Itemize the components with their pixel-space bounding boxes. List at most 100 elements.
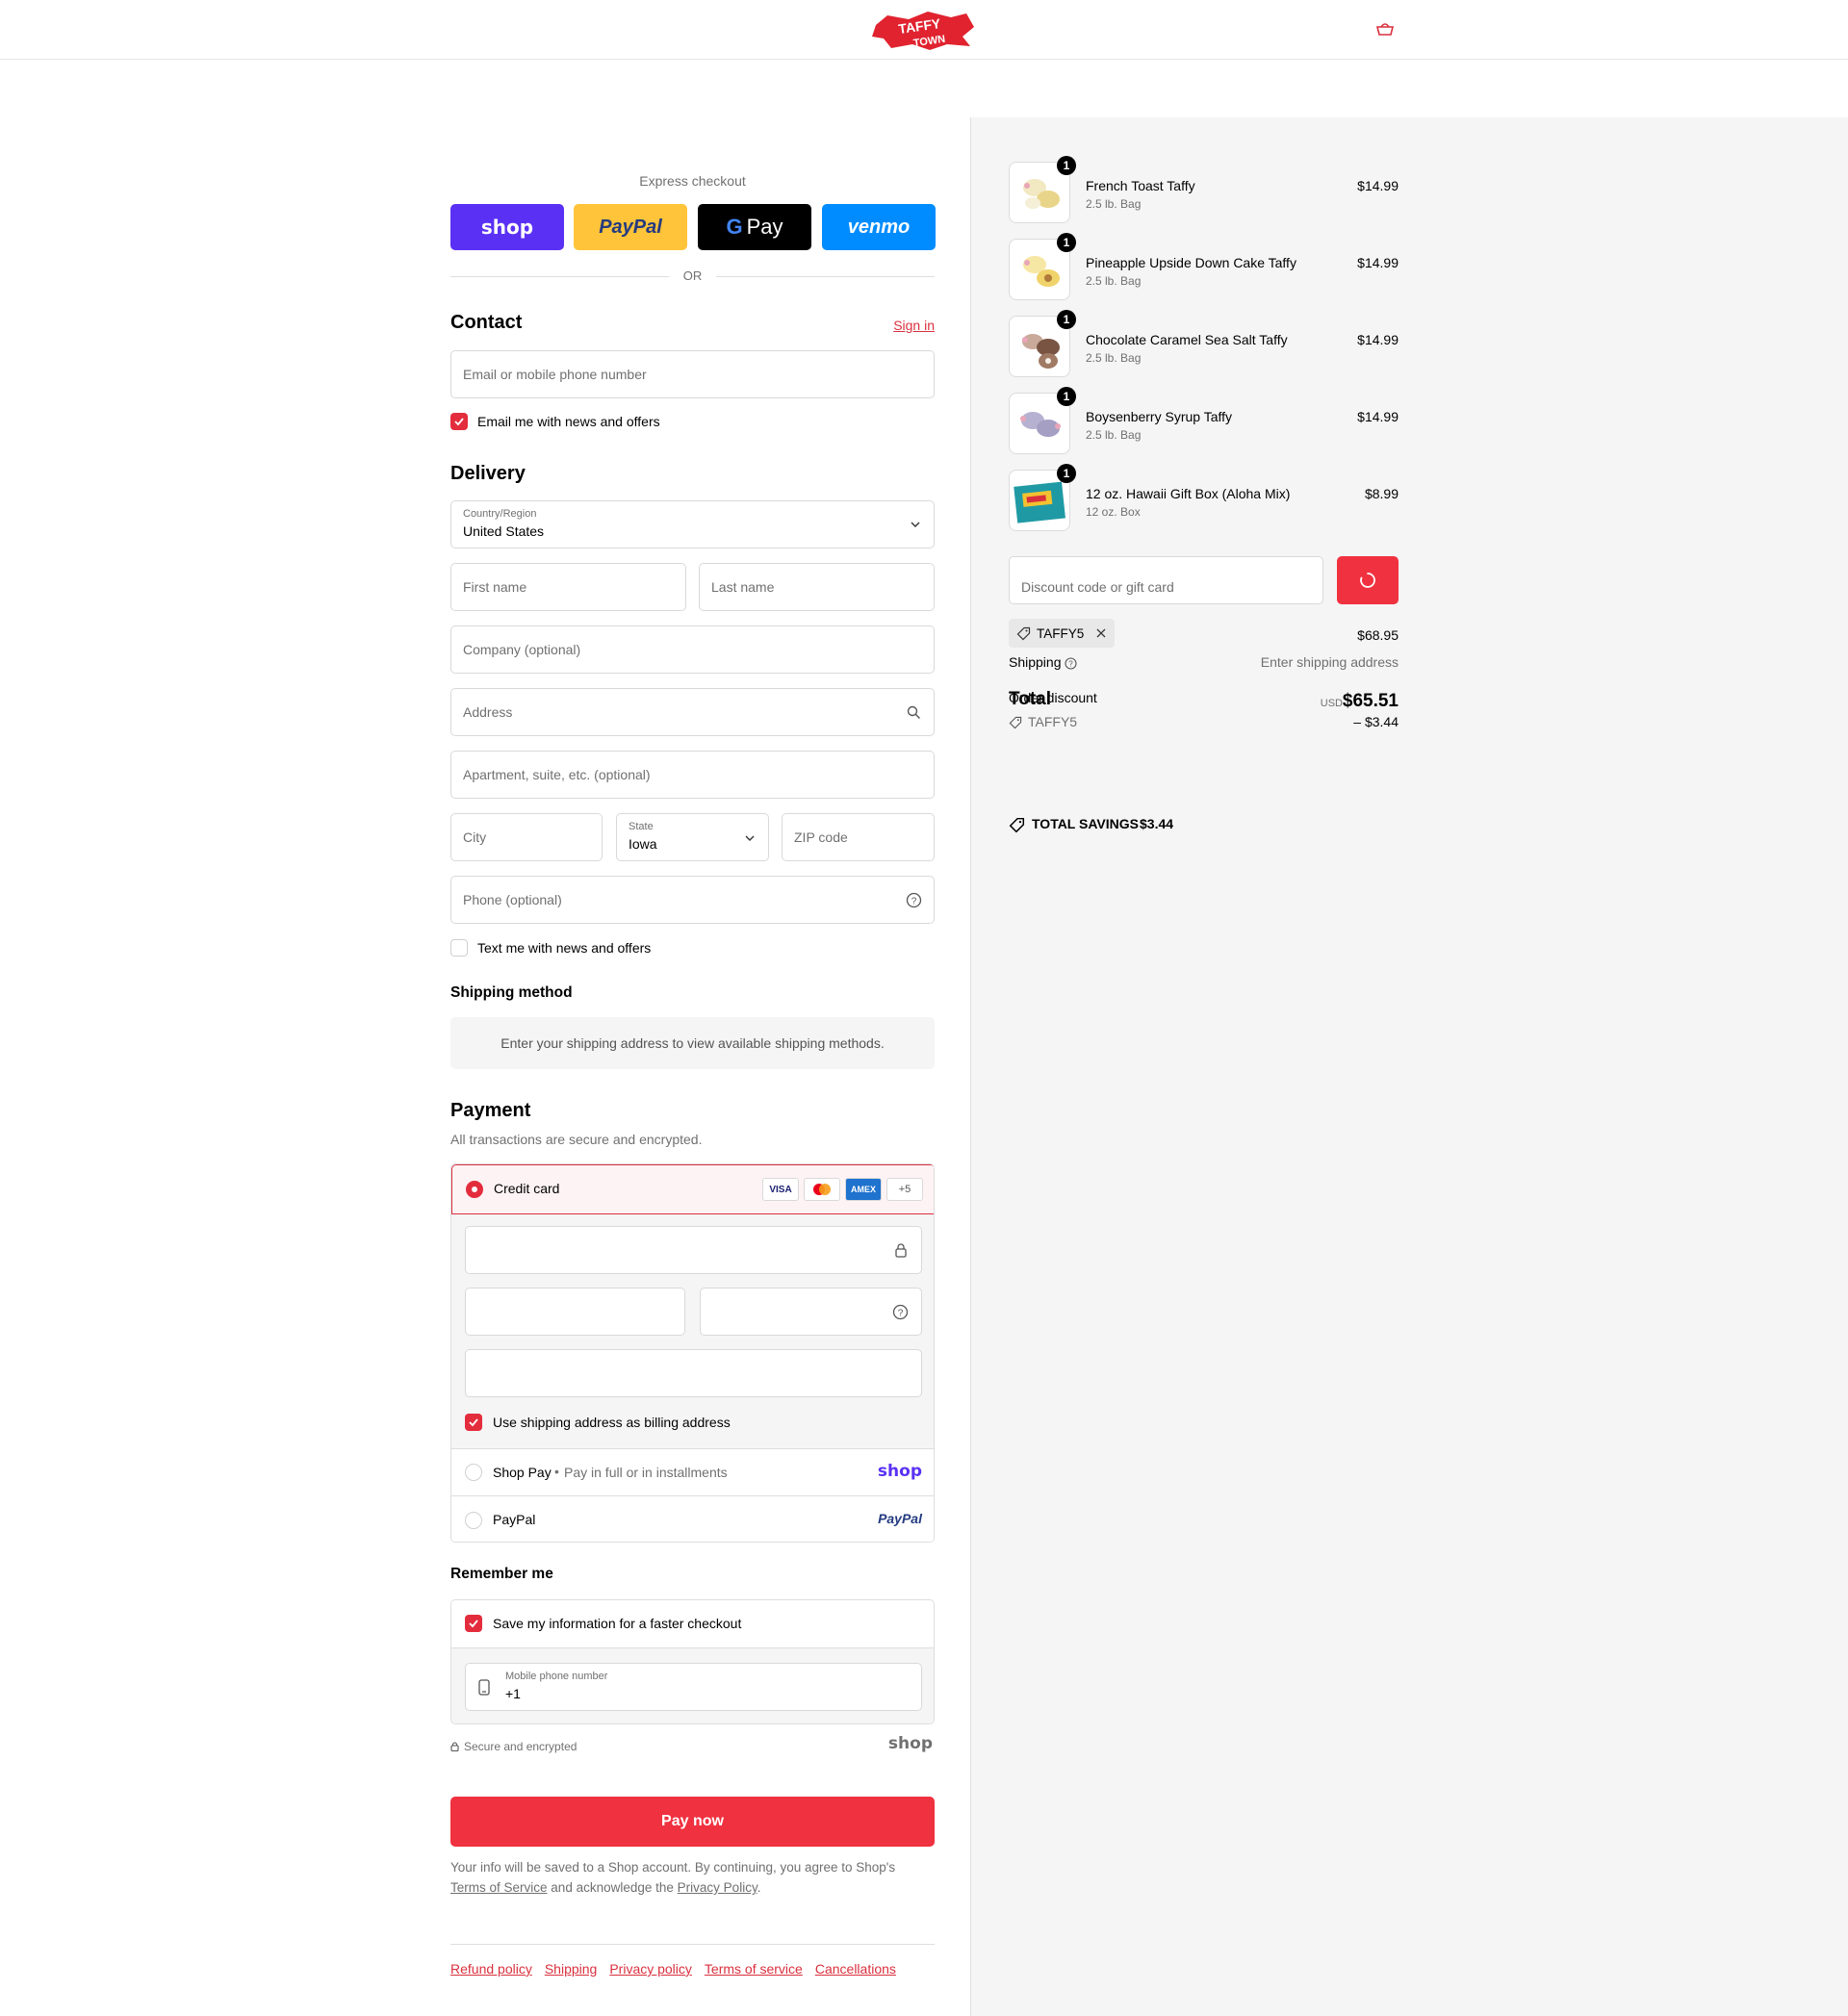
gpay-label: Pay [746, 215, 783, 239]
remove-discount-icon[interactable] [1095, 627, 1107, 639]
remember-me-box: Save my information for a faster checkou… [450, 1599, 935, 1724]
paypal-express-button[interactable]: PayPal [574, 204, 687, 250]
city-field[interactable]: City [450, 813, 603, 861]
help-icon[interactable]: ? [892, 1304, 909, 1320]
help-icon[interactable]: ? [1065, 657, 1077, 670]
payment-heading: Payment [450, 1100, 531, 1121]
cart-item: 1 Pineapple Upside Down Cake Taffy 2.5 l… [1009, 233, 1399, 302]
mobile-value: +1 [505, 1686, 521, 1701]
cart-icon[interactable] [1374, 21, 1396, 37]
zip-field[interactable]: ZIP code [782, 813, 935, 861]
item-name: Boysenberry Syrup Taffy [1086, 409, 1233, 424]
paypal-radio[interactable] [465, 1512, 482, 1529]
savings-tag-icon [1009, 817, 1025, 833]
help-icon[interactable]: ? [906, 892, 922, 908]
currency-code: USD [1320, 698, 1343, 709]
shipping-notice-text: Enter your shipping address to view avai… [500, 1035, 885, 1051]
visa-icon: VISA [762, 1178, 799, 1201]
company-field[interactable]: Company (optional) [450, 625, 935, 674]
paypal-option[interactable]: PayPal PayPal [451, 1496, 934, 1542]
mobile-section: Mobile phone number +1 [451, 1647, 934, 1723]
email-field[interactable]: Email or mobile phone number [450, 350, 935, 398]
paypal-logo: PayPal [878, 1511, 922, 1526]
svg-text:?: ? [911, 897, 917, 907]
total-savings-value: $3.44 [1140, 816, 1174, 831]
search-icon [907, 705, 920, 719]
save-info-checkbox[interactable] [465, 1615, 482, 1632]
pay-now-button[interactable]: Pay now [450, 1797, 935, 1847]
privacy-policy-link[interactable]: Privacy Policy [678, 1880, 757, 1895]
security-code-field[interactable]: ? [700, 1288, 922, 1336]
company-placeholder: Company (optional) [463, 642, 581, 657]
footer-links: Refund policy Shipping Privacy policy Te… [450, 1961, 896, 1977]
sign-in-link[interactable]: Sign in [893, 318, 935, 333]
tag-icon [1009, 716, 1022, 729]
tag-icon [1016, 626, 1031, 640]
delivery-heading: Delivery [450, 463, 526, 484]
payment-methods: Credit card VISA AMEX +5 ? Use shipping … [450, 1163, 935, 1543]
shipping-method-notice: Enter your shipping address to view avai… [450, 1017, 935, 1069]
cart-item: 1 12 oz. Hawaii Gift Box (Aloha Mix) 12 … [1009, 464, 1399, 533]
item-name: Pineapple Upside Down Cake Taffy [1086, 255, 1296, 270]
check-icon [454, 418, 464, 426]
state-select[interactable]: State Iowa [616, 813, 769, 861]
expiration-field[interactable] [465, 1288, 685, 1336]
email-placeholder: Email or mobile phone number [463, 367, 647, 382]
taffy-town-logo[interactable]: TAFFY TOWN [870, 8, 978, 52]
shop-pay-express-button[interactable]: shop [450, 204, 564, 250]
name-on-card-field[interactable] [465, 1349, 922, 1397]
terms-of-service-link[interactable]: Terms of Service [450, 1880, 548, 1895]
privacy-policy-footer-link[interactable]: Privacy policy [609, 1961, 692, 1977]
shipping-label: Shipping [1009, 654, 1062, 670]
legal-text-part: . [757, 1880, 761, 1895]
shop-pay-logo: shop [877, 1462, 922, 1481]
contact-heading: Contact [450, 312, 523, 333]
discount-code-field[interactable]: Discount code or gift card [1009, 556, 1323, 604]
applied-code: TAFFY5 [1037, 625, 1085, 641]
apartment-field[interactable]: Apartment, suite, etc. (optional) [450, 751, 935, 799]
first-name-field[interactable]: First name [450, 563, 686, 611]
refund-policy-link[interactable]: Refund policy [450, 1961, 532, 1977]
shop-logo: shop [480, 216, 534, 239]
credit-card-option[interactable]: Credit card VISA AMEX +5 [451, 1164, 934, 1214]
cart-item: 1 Chocolate Caramel Sea Salt Taffy 2.5 l… [1009, 310, 1399, 379]
text-optin-checkbox[interactable] [450, 939, 468, 957]
cancellations-link[interactable]: Cancellations [815, 1961, 896, 1977]
venmo-express-button[interactable]: venmo [822, 204, 936, 250]
address-field[interactable]: Address [450, 688, 935, 736]
divider [450, 1944, 935, 1945]
billing-same-label: Use shipping address as billing address [493, 1415, 731, 1430]
total-value: $65.51 [1342, 691, 1399, 711]
city-placeholder: City [463, 829, 487, 845]
apartment-placeholder: Apartment, suite, etc. (optional) [463, 767, 651, 782]
save-info-label: Save my information for a faster checkou… [493, 1616, 742, 1631]
phone-field[interactable]: Phone (optional) ? [450, 876, 935, 924]
shipping-policy-link[interactable]: Shipping [545, 1961, 598, 1977]
remember-me-heading: Remember me [450, 1566, 553, 1582]
credit-card-radio[interactable] [466, 1181, 483, 1198]
shop-pay-description: Pay in full or in installments [564, 1465, 728, 1480]
shop-pay-option[interactable]: Shop Pay • Pay in full or in installment… [451, 1449, 934, 1496]
mobile-phone-field[interactable]: Mobile phone number +1 [465, 1663, 922, 1711]
google-pay-express-button[interactable]: G Pay [698, 204, 811, 250]
card-number-field[interactable] [465, 1226, 922, 1274]
terms-of-service-footer-link[interactable]: Terms of service [705, 1961, 803, 1977]
apply-discount-button[interactable] [1337, 556, 1399, 604]
item-variant: 12 oz. Box [1086, 505, 1141, 519]
shop-pay-radio[interactable] [465, 1464, 482, 1481]
last-name-field[interactable]: Last name [699, 563, 935, 611]
chevron-down-icon [745, 835, 755, 841]
item-name: French Toast Taffy [1086, 178, 1195, 193]
shop-logo: shop [887, 1734, 933, 1753]
mobile-phone-icon [478, 1679, 490, 1696]
zip-placeholder: ZIP code [794, 829, 848, 845]
discount-placeholder: Discount code or gift card [1021, 579, 1174, 595]
paypal-label: PayPal [493, 1512, 536, 1527]
chevron-down-icon [911, 522, 920, 527]
country-select[interactable]: Country/Region United States [450, 500, 935, 549]
item-variant: 2.5 lb. Bag [1086, 274, 1142, 288]
payment-subtitle: All transactions are secure and encrypte… [450, 1132, 703, 1147]
email-optin-checkbox[interactable] [450, 413, 468, 430]
discount-code-label: TAFFY5 [1028, 714, 1078, 729]
billing-same-checkbox[interactable] [465, 1414, 482, 1431]
